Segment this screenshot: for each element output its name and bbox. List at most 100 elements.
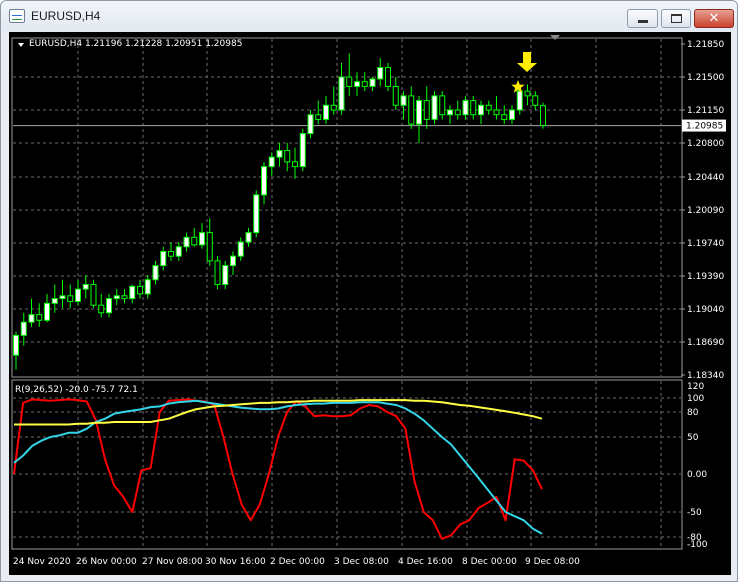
indicator-tick-label: -50 (687, 508, 702, 518)
price-tick-label: 1.18690 (687, 338, 724, 348)
candle-body (175, 246, 182, 257)
price-tick-label: 1.19740 (687, 239, 724, 249)
price-tick-label: 1.20090 (687, 206, 724, 216)
candle-body (478, 104, 484, 116)
axis-labels: EURUSD,H4 1.21196 1.21228 1.20951 1.2098… (13, 39, 726, 567)
time-tick-label: 2 Dec 00:00 (270, 557, 325, 567)
candle-body (540, 105, 546, 127)
candle-body (439, 95, 446, 116)
candle-body (524, 90, 531, 97)
chart-window-icon (9, 9, 25, 23)
window-title: EURUSD,H4 (31, 9, 101, 23)
panel-menu-triangle (18, 43, 24, 47)
candle-body (509, 109, 515, 120)
candle-body (168, 250, 174, 257)
candle-body (75, 288, 81, 302)
candle-body (485, 104, 492, 111)
price-tick-label: 1.20800 (687, 139, 724, 149)
candle-body (82, 283, 89, 290)
candle-body (315, 114, 322, 120)
candle-body (44, 302, 50, 321)
candle-body (237, 241, 244, 257)
candle-body (423, 100, 430, 120)
candle-body (183, 236, 190, 248)
indicator-tick-label: 100 (687, 394, 704, 404)
candle-body (346, 76, 353, 87)
panel-frames (11, 35, 683, 550)
candle-body (144, 279, 151, 295)
candle-body (462, 100, 469, 116)
minimize-button[interactable] (627, 9, 658, 28)
candle-body (369, 78, 376, 87)
indicator-cyan-line (13, 399, 543, 535)
indicator-panel-frame (11, 379, 683, 550)
price-tick-label: 1.21850 (687, 40, 724, 50)
candle-body (431, 95, 438, 120)
candle-body (470, 100, 477, 116)
candle-body (51, 298, 58, 304)
close-icon: ✕ (708, 11, 720, 26)
candle-body (67, 295, 74, 302)
candle-body (137, 285, 143, 295)
candle-body (222, 265, 229, 285)
candle-body (206, 232, 213, 262)
indicator-tick-label: -100 (687, 540, 708, 550)
chart-canvas[interactable]: EURUSD,H4 1.21196 1.21228 1.20951 1.2098… (9, 32, 731, 575)
candle-body (338, 76, 345, 111)
candle-body (454, 109, 461, 116)
price-tick-label: 1.18340 (687, 371, 724, 381)
price-panel-header: EURUSD,H4 1.21196 1.21228 1.20951 1.2098… (29, 39, 242, 49)
candle-body (501, 114, 508, 120)
close-button[interactable]: ✕ (694, 9, 734, 28)
candle-body (392, 85, 399, 106)
indicator-tick-label: 50 (687, 433, 699, 443)
candle-body (323, 104, 329, 120)
price-tick-label: 1.19040 (687, 305, 724, 315)
candle-body (261, 166, 267, 196)
candle-body (20, 321, 27, 336)
candle-body (230, 255, 236, 267)
candle-body (253, 194, 260, 234)
candle-body (59, 295, 66, 300)
candle-body (532, 95, 539, 106)
candle-body (292, 161, 298, 168)
time-tick-label: 24 Nov 2020 (13, 557, 71, 567)
candle-body (199, 232, 205, 246)
arrow-down-icon (517, 52, 537, 72)
candle-body (385, 67, 391, 87)
indicator-red-line (13, 398, 543, 540)
candle-body (493, 109, 500, 116)
candle-body (129, 285, 136, 300)
candle-body (330, 104, 337, 111)
price-tick-label: 1.21500 (687, 73, 724, 83)
candle-body (113, 295, 120, 300)
price-panel-frame (11, 37, 683, 378)
maximize-button[interactable] (661, 9, 691, 28)
candle-body (447, 109, 453, 116)
minimize-icon (637, 20, 648, 23)
candle-body (152, 265, 159, 281)
candle-body (98, 304, 105, 314)
annotations (511, 52, 537, 93)
candles (13, 53, 546, 370)
indicator-tick-label: 120 (687, 382, 704, 392)
terminal-window: EURUSD,H4 ✕ EURUSD,H4 1.21196 1.21228 1.… (0, 0, 738, 582)
candle-body (400, 95, 407, 106)
candle-body (299, 133, 306, 168)
time-tick-label: 26 Nov 00:00 (76, 557, 137, 567)
candle-body (191, 236, 198, 246)
indicator-tick-label: 80 (687, 408, 699, 418)
candle-body (276, 150, 283, 158)
indicator-panel-header: R(9,26,52) -20.0 -75.7 72.1 (15, 385, 138, 395)
time-tick-label: 8 Dec 00:00 (462, 557, 517, 567)
candle-body (245, 232, 252, 243)
title-bar[interactable]: EURUSD,H4 ✕ (1, 1, 737, 31)
candle-body (106, 298, 112, 314)
candle-body (214, 260, 221, 285)
candle-body (36, 314, 43, 321)
candle-body (307, 114, 314, 135)
chart-area[interactable]: EURUSD,H4 1.21196 1.21228 1.20951 1.2098… (9, 32, 731, 575)
price-tick-label: 1.21150 (687, 106, 724, 116)
time-tick-label: 30 Nov 16:00 (205, 557, 266, 567)
time-tick-label: 4 Dec 16:00 (398, 557, 453, 567)
